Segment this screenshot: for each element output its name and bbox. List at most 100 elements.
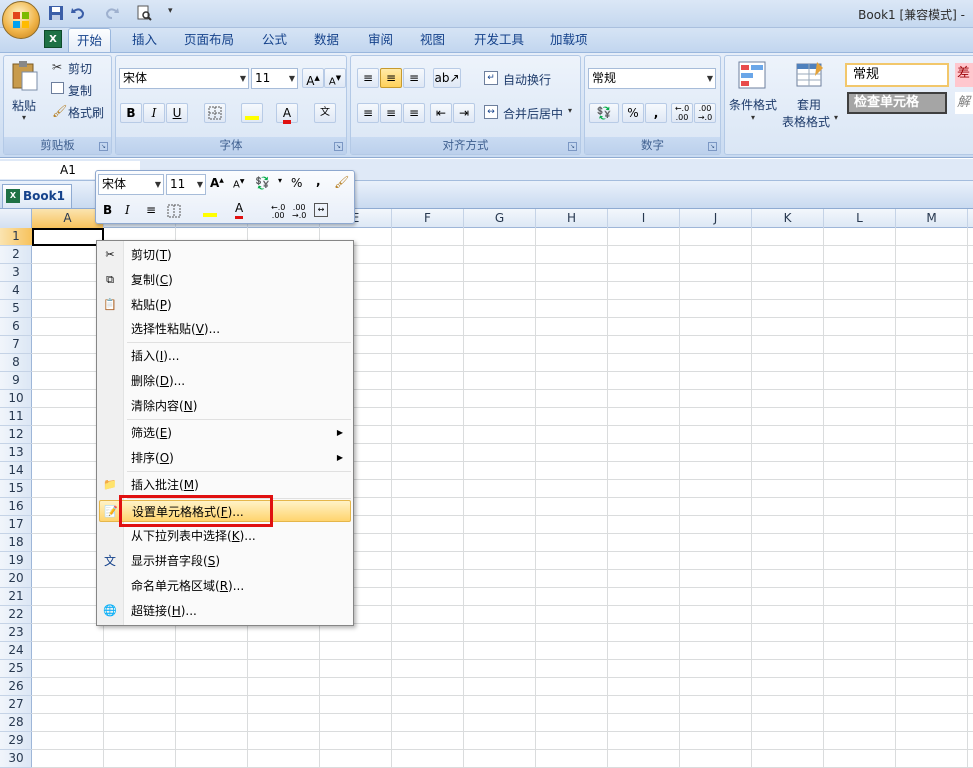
row-header[interactable]: 9: [0, 372, 32, 390]
merge-dropdown-icon[interactable]: ▾: [568, 106, 572, 115]
tab-developer[interactable]: 开发工具: [466, 28, 532, 52]
menu-item-insert-comment[interactable]: 📁 插入批注(M): [99, 474, 351, 496]
grow-font-button[interactable]: A▲: [302, 68, 324, 88]
row-header[interactable]: 5: [0, 300, 32, 318]
font-size-combo[interactable]: 11 ▼: [251, 68, 298, 89]
merge-center-button[interactable]: 合并后居中: [503, 105, 563, 122]
menu-item-insert[interactable]: 插入(I)...: [99, 345, 351, 367]
number-format-combo[interactable]: 常规 ▼: [588, 68, 716, 89]
font-name-combo[interactable]: 宋体 ▼: [119, 68, 249, 89]
mini-percent-button[interactable]: %: [291, 176, 302, 190]
phonetic-button[interactable]: 文: [314, 103, 336, 123]
mini-bold-button[interactable]: B: [103, 203, 112, 217]
shrink-font-button[interactable]: A▼: [324, 68, 346, 88]
row-header[interactable]: 4: [0, 282, 32, 300]
tab-review[interactable]: 审阅: [360, 28, 401, 52]
tab-view[interactable]: 视图: [412, 28, 453, 52]
align-right-button[interactable]: ≡: [403, 103, 425, 123]
mini-format-painter-icon[interactable]: 🖌: [334, 175, 349, 189]
print-preview-icon[interactable]: [136, 5, 152, 21]
row-header[interactable]: 3: [0, 264, 32, 282]
cell-style-bad[interactable]: 差: [955, 63, 973, 87]
mini-fill-color-icon[interactable]: [203, 203, 217, 220]
mini-merge-icon[interactable]: ↔: [314, 203, 328, 217]
paste-button[interactable]: 粘贴: [12, 97, 36, 114]
align-top-button[interactable]: ≡: [357, 68, 379, 88]
active-cell[interactable]: [32, 228, 104, 246]
table-format-dropdown-icon[interactable]: ▾: [834, 113, 838, 122]
row-header[interactable]: 21: [0, 588, 32, 606]
cell-style-check-cell[interactable]: 检查单元格: [847, 92, 947, 114]
row-header[interactable]: 8: [0, 354, 32, 372]
row-header[interactable]: 6: [0, 318, 32, 336]
row-header[interactable]: 20: [0, 570, 32, 588]
row-header[interactable]: 11: [0, 408, 32, 426]
row-header[interactable]: 19: [0, 552, 32, 570]
menu-item-pick-from-list[interactable]: 从下拉列表中选择(K)...: [99, 525, 351, 547]
borders-button[interactable]: [204, 103, 226, 123]
menu-item-sort[interactable]: 排序(O) ▶: [99, 447, 351, 469]
cell-style-explanatory[interactable]: 解: [955, 92, 973, 114]
comma-button[interactable]: ,: [645, 103, 667, 123]
row-header[interactable]: 12: [0, 426, 32, 444]
row-header[interactable]: 26: [0, 678, 32, 696]
undo-icon[interactable]: [70, 5, 86, 21]
mini-currency-dropdown-icon[interactable]: ▾: [278, 176, 282, 185]
cell-style-normal[interactable]: 常规: [845, 63, 949, 87]
align-center-button[interactable]: ≡: [380, 103, 402, 123]
menu-item-clear-contents[interactable]: 清除内容(N): [99, 395, 351, 417]
tab-data[interactable]: 数据: [306, 28, 347, 52]
row-header[interactable]: 24: [0, 642, 32, 660]
mini-size-combo[interactable]: 11 ▼: [166, 174, 206, 195]
column-header[interactable]: G: [464, 209, 536, 228]
align-left-button[interactable]: ≡: [357, 103, 379, 123]
paste-dropdown-icon[interactable]: ▾: [22, 113, 26, 122]
mini-shrink-font-icon[interactable]: A▼: [233, 178, 244, 190]
tab-page-layout[interactable]: 页面布局: [176, 28, 242, 52]
font-color-button[interactable]: A: [276, 103, 298, 124]
mini-comma-button[interactable]: ,: [316, 174, 321, 188]
mini-currency-icon[interactable]: 💱: [255, 176, 270, 190]
mini-italic-button[interactable]: I: [125, 203, 130, 217]
menu-item-delete[interactable]: 删除(D)...: [99, 370, 351, 392]
cut-button[interactable]: 剪切: [68, 60, 92, 77]
align-bottom-button[interactable]: ≡: [403, 68, 425, 88]
orientation-button[interactable]: ab↗: [433, 68, 461, 88]
row-header[interactable]: 7: [0, 336, 32, 354]
row-header[interactable]: 15: [0, 480, 32, 498]
column-header[interactable]: L: [824, 209, 896, 228]
row-header[interactable]: 28: [0, 714, 32, 732]
copy-button[interactable]: 复制: [68, 82, 92, 99]
alignment-launcher-icon[interactable]: ↘: [568, 142, 577, 151]
mini-font-color-button[interactable]: A: [235, 201, 244, 219]
align-middle-button[interactable]: ≡: [380, 68, 402, 88]
mini-borders-icon[interactable]: [167, 204, 181, 221]
italic-button[interactable]: I: [143, 103, 165, 123]
workbook-tab[interactable]: X Book1: [2, 184, 72, 208]
conditional-format-button[interactable]: 条件格式: [729, 96, 777, 113]
increase-indent-button[interactable]: ⇥: [453, 103, 475, 123]
row-header[interactable]: 29: [0, 732, 32, 750]
menu-item-paste-special[interactable]: 选择性粘贴(V)...: [99, 318, 351, 340]
fill-color-button[interactable]: [241, 103, 263, 123]
tab-addins[interactable]: 加载项: [542, 28, 596, 52]
menu-item-filter[interactable]: 筛选(E) ▶: [99, 422, 351, 444]
row-header[interactable]: 16: [0, 498, 32, 516]
paste-large-icon[interactable]: [10, 60, 40, 92]
select-all-corner[interactable]: [0, 209, 32, 228]
save-icon[interactable]: [48, 5, 64, 21]
increase-decimal-button[interactable]: ←.0.00: [671, 103, 693, 123]
number-launcher-icon[interactable]: ↘: [708, 142, 717, 151]
row-header[interactable]: 23: [0, 624, 32, 642]
tab-formulas[interactable]: 公式: [254, 28, 295, 52]
redo-icon[interactable]: [104, 5, 120, 21]
underline-button[interactable]: U: [166, 103, 188, 123]
mini-center-icon[interactable]: ≡: [146, 203, 156, 217]
format-painter-button[interactable]: 格式刷: [68, 104, 104, 121]
mini-increase-decimal-icon[interactable]: ←.0.00: [271, 204, 285, 220]
column-header[interactable]: K: [752, 209, 824, 228]
mini-decrease-decimal-icon[interactable]: .00 →.0: [292, 204, 306, 220]
menu-item-cut[interactable]: ✂ 剪切(T): [99, 244, 351, 266]
menu-item-name-range[interactable]: 命名单元格区域(R)...: [99, 575, 351, 597]
decrease-decimal-button[interactable]: .00 →.0: [694, 103, 716, 123]
